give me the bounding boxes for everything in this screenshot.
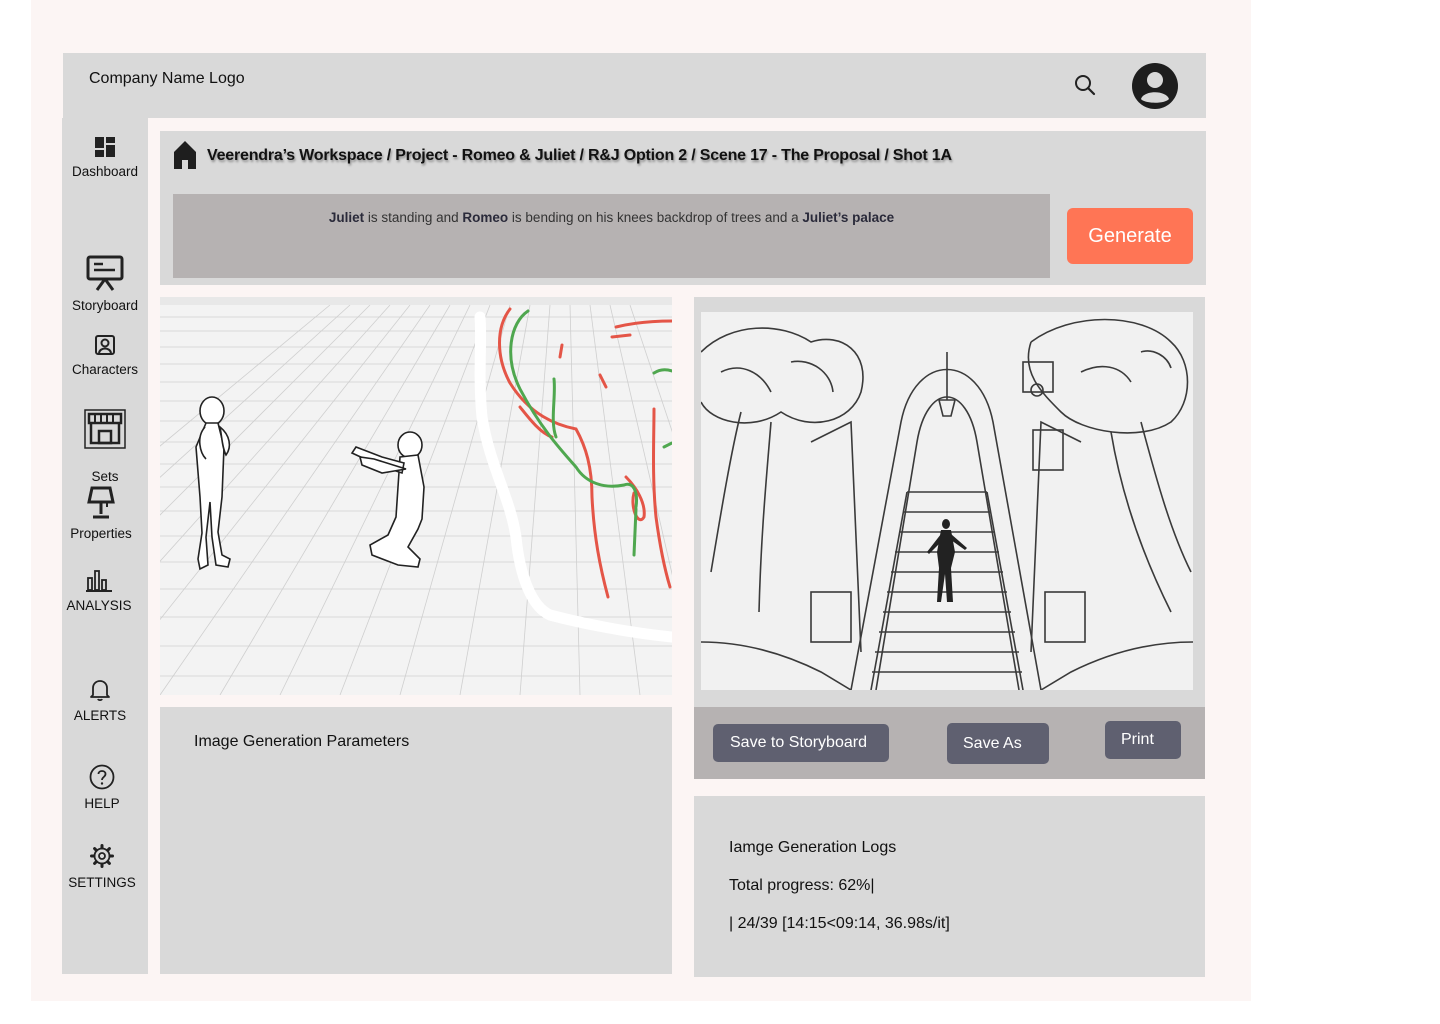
sidebar-item-label: Properties: [70, 526, 132, 541]
lamp-icon: [87, 486, 115, 519]
total-progress-text: Total progress: 62%|: [729, 877, 875, 894]
portrait-icon: [95, 335, 115, 355]
prompt-text: is bending on his knees backdrop of tree…: [508, 210, 803, 225]
generated-image-panel: [694, 297, 1205, 707]
company-logo: Company Name Logo: [89, 70, 245, 87]
sidebar-item-label: Storyboard: [71, 298, 139, 313]
save-to-storyboard-button[interactable]: Save to Storyboard: [713, 724, 889, 762]
sidebar-item-alerts[interactable]: ALERTS: [57, 678, 143, 723]
home-icon[interactable]: [173, 140, 197, 170]
sidebar-item-sets[interactable]: Sets: [62, 409, 148, 484]
sidebar-item-label: Sets: [91, 469, 119, 484]
shot-header-panel: Veerendra’s Workspace / Project - Romeo …: [160, 131, 1206, 285]
dashboard-icon: [95, 137, 115, 157]
help-circle-icon: [89, 764, 115, 790]
prompt-keyword-juliet: Juliet: [328, 210, 365, 225]
sidebar-item-label: Characters: [71, 362, 139, 377]
sidebar-item-dashboard[interactable]: Dashboard: [62, 136, 148, 179]
sidebar-item-analysis[interactable]: ANALYSIS: [56, 568, 142, 613]
generated-sketch-image: [701, 312, 1193, 690]
search-icon[interactable]: [1073, 73, 1097, 97]
sidebar: Dashboard Storyboard Characters Sets Pro…: [62, 118, 148, 974]
sidebar-item-characters[interactable]: Characters: [62, 334, 148, 377]
gear-icon: [90, 844, 114, 868]
save-as-button[interactable]: Save As: [947, 723, 1049, 764]
sidebar-item-label: ALERTS: [73, 708, 127, 723]
image-generation-parameters-panel: Image Generation Parameters: [160, 707, 672, 974]
sidebar-item-label: HELP: [84, 796, 120, 811]
sidebar-item-label: Dashboard: [71, 164, 139, 179]
progress-detail-text: | 24/39 [14:15<09:14, 36.98s/it]: [729, 915, 950, 932]
pose-scene-canvas[interactable]: [160, 297, 672, 695]
sidebar-item-settings[interactable]: SETTINGS: [59, 843, 145, 890]
image-actions-bar: Save to Storyboard Save As Print: [694, 707, 1205, 779]
parameters-title: Image Generation Parameters: [194, 733, 410, 750]
prompt-keyword-romeo: Romeo: [462, 210, 509, 225]
generated-image[interactable]: [701, 312, 1193, 690]
logs-title: Iamge Generation Logs: [729, 839, 897, 856]
print-button[interactable]: Print: [1105, 721, 1181, 759]
sidebar-item-label: ANALYSIS: [66, 598, 132, 613]
sidebar-item-properties[interactable]: Properties: [58, 486, 144, 541]
prompt-input[interactable]: Juliet is standing and Romeo is bending …: [173, 194, 1050, 278]
sidebar-item-storyboard[interactable]: Storyboard: [62, 254, 148, 313]
sidebar-item-label: SETTINGS: [68, 875, 136, 890]
prompt-text: is standing and: [364, 210, 463, 225]
top-bar: Company Name Logo: [63, 53, 1206, 118]
generate-button[interactable]: Generate: [1067, 208, 1193, 264]
bell-icon: [90, 680, 110, 702]
pose-viewport[interactable]: [160, 297, 672, 695]
sidebar-item-help[interactable]: HELP: [59, 764, 145, 811]
breadcrumb[interactable]: Veerendra’s Workspace / Project - Romeo …: [207, 147, 952, 165]
image-generation-logs-panel: Iamge Generation Logs Total progress: 62…: [694, 796, 1205, 977]
prompt-keyword-palace: Juliet’s palace: [802, 210, 895, 225]
bar-chart-icon: [86, 570, 112, 592]
presentation-board-icon: [86, 255, 124, 291]
user-avatar-icon[interactable]: [1132, 63, 1178, 109]
storefront-icon: [84, 409, 126, 449]
